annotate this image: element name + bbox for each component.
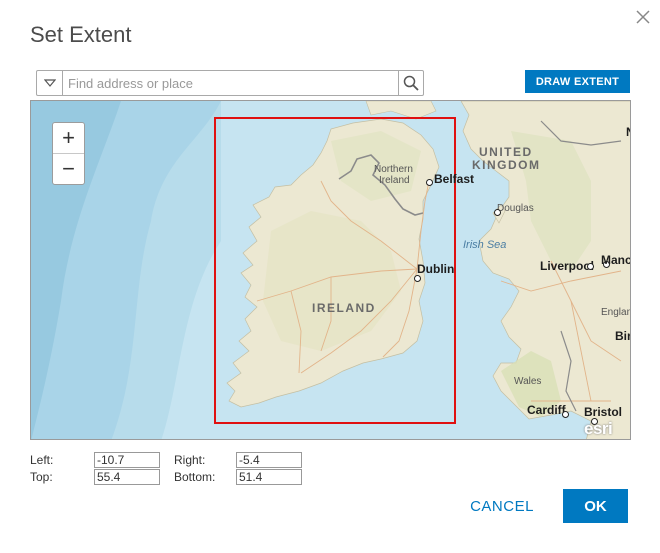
douglas-marker	[494, 209, 501, 216]
search-icon[interactable]	[398, 71, 423, 95]
map-label-ireland-ni: Ireland	[379, 175, 410, 186]
left-input[interactable]	[94, 452, 160, 468]
map-label-england: Englan	[601, 307, 631, 318]
map-label-manchester: Manch	[601, 253, 630, 267]
left-label: Left:	[30, 453, 54, 467]
extent-coordinates: Left: Right: Top: Bottom:	[30, 452, 302, 486]
map-label-n-edge: N	[626, 125, 630, 139]
dialog-title: Set Extent	[30, 22, 132, 47]
zoom-control: + −	[52, 122, 85, 185]
map-label-belfast: Belfast	[434, 172, 475, 186]
chevron-down-icon[interactable]	[37, 71, 63, 95]
close-icon[interactable]	[634, 8, 652, 26]
map-label-northern: Northern	[374, 164, 413, 175]
zoom-in-button[interactable]: +	[53, 123, 84, 153]
map-label-liverpool: Liverpool	[540, 259, 595, 273]
map-label-united: UNITED	[479, 145, 533, 159]
draw-extent-button[interactable]: DRAW EXTENT	[525, 70, 630, 93]
bottom-label: Bottom:	[174, 470, 216, 484]
map-label-ireland: IRELAND	[312, 301, 376, 315]
belfast-marker	[426, 179, 433, 186]
map-label-wales: Wales	[514, 376, 542, 387]
dublin-marker	[414, 275, 421, 282]
map-label-irish-sea: Irish Sea	[463, 239, 507, 251]
map-label-bristol: Bristol	[584, 405, 623, 419]
liverpool-marker	[587, 263, 594, 270]
cardiff-marker	[562, 411, 569, 418]
top-label: Top:	[30, 470, 53, 484]
esri-logo: esri	[584, 419, 613, 438]
cancel-button[interactable]: CANCEL	[462, 490, 542, 522]
right-label: Right:	[174, 453, 206, 467]
ok-button[interactable]: OK	[563, 489, 628, 523]
search-input[interactable]	[63, 71, 398, 95]
search-box	[36, 70, 424, 96]
map-view[interactable]: + − UNITED KINGDOM Northern Ireland Belf…	[30, 100, 631, 440]
map-label-douglas: Douglas	[497, 203, 534, 214]
map-label-cardiff: Cardiff	[527, 403, 566, 417]
map-label-dublin: Dublin	[417, 262, 455, 276]
top-input[interactable]	[94, 469, 160, 485]
map-label-birmingham: Bir	[615, 329, 631, 343]
map-label-kingdom: KINGDOM	[472, 158, 541, 172]
zoom-out-button[interactable]: −	[53, 153, 84, 184]
right-input[interactable]	[236, 452, 302, 468]
bottom-input[interactable]	[236, 469, 302, 485]
